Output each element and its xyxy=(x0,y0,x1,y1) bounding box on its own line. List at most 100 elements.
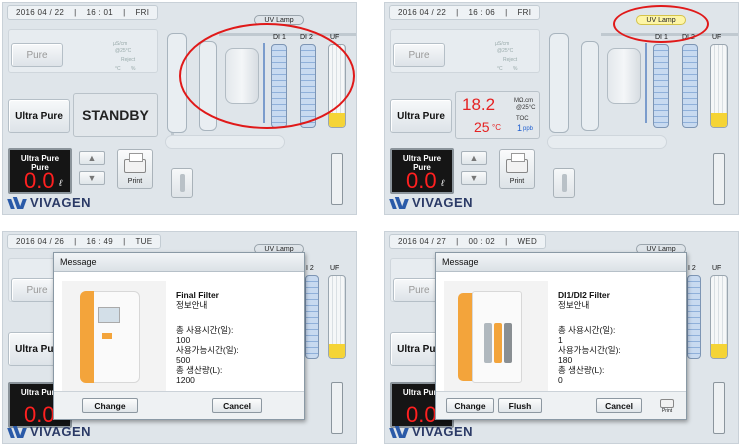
di2-label: I 2 xyxy=(306,265,314,272)
date-text: 2016 04 / 22 xyxy=(16,8,65,17)
day-text: FRI xyxy=(517,8,532,17)
status-display: STANDBY xyxy=(73,93,158,137)
change-button[interactable]: Change xyxy=(82,398,138,413)
resistivity-unit: MΩ.cm xyxy=(514,98,534,104)
datetime-bar: 2016 04 / 26 | 16 : 49 | TUE xyxy=(7,234,162,249)
uf-column xyxy=(710,44,728,128)
pure-unit-cond: µS/cm xyxy=(495,41,510,47)
pure-unit-temp: @25°C xyxy=(497,48,514,54)
uf-label: UF xyxy=(712,34,722,41)
horizontal-filter xyxy=(165,135,285,149)
horizontal-filter xyxy=(547,135,667,149)
dispense-valve xyxy=(331,382,343,434)
production-label: 총 생산량(L): xyxy=(558,365,605,375)
message-dialog: Message Final Filter 정보안내 총 사용시간(일): 100… xyxy=(53,252,305,420)
dispense-valve xyxy=(713,382,725,434)
filter-name: DI1/DI2 Filter xyxy=(558,290,610,300)
screen-di-filter-message: 2016 04 / 27 | 00 : 02 | WED Pure Ultra … xyxy=(384,231,739,444)
day-text: FRI xyxy=(135,8,150,17)
di-pipe xyxy=(645,43,647,123)
date-text: 2016 04 / 27 xyxy=(398,237,447,246)
dispense-valve xyxy=(331,153,343,205)
faucet-icon xyxy=(553,168,575,198)
dialog-print-button[interactable]: Print xyxy=(654,394,680,418)
final-filter-image xyxy=(62,281,166,393)
time-text: 16 : 49 xyxy=(86,237,114,246)
vivagen-logo: VIVAGEN xyxy=(7,195,91,210)
dialog-title: Message xyxy=(436,253,686,272)
pure-unit-cond: µS/cm xyxy=(113,41,128,47)
logo-mark-icon xyxy=(389,425,409,438)
print-button[interactable]: Print xyxy=(117,149,153,189)
printer-icon xyxy=(506,153,528,173)
di2-column xyxy=(682,44,698,128)
logo-mark-icon xyxy=(7,196,27,209)
available-value: 500 xyxy=(176,355,191,365)
screen-dispensing: 2016 04 / 22 | 16 : 06 | FRI Pure µS/cm … xyxy=(384,2,739,215)
di2-label: I 2 xyxy=(688,265,696,272)
pre-filter-column xyxy=(549,33,569,133)
pure-button[interactable]: Pure xyxy=(11,43,63,67)
datetime-bar: 2016 04 / 27 | 00 : 02 | WED xyxy=(389,234,547,249)
volume-down-button[interactable]: ▼ xyxy=(79,171,105,185)
toc-unit: ppb xyxy=(523,126,534,132)
counter-value: 0.0 xyxy=(24,168,55,193)
temperature-unit: °C xyxy=(492,123,501,132)
ultra-pure-button[interactable]: Ultra Pure xyxy=(8,99,70,133)
screen-standby: 2016 04 / 22 | 16 : 01 | FRI Pure µS/cm … xyxy=(2,2,357,215)
highlight-ellipse xyxy=(613,5,709,43)
available-label: 사용가능시간(일): xyxy=(176,345,239,355)
total-use-label: 총 사용시간(일): xyxy=(176,325,234,335)
pure-reject-label: Reject xyxy=(121,57,136,63)
pure-unit-temp: @25°C xyxy=(115,48,132,54)
resistivity-temp-ref: @25°C xyxy=(516,105,536,111)
di2-column xyxy=(305,275,319,359)
message-dialog: Message DI1/DI2 Filter 정보안내 총 사용시간(일): 1… xyxy=(435,252,687,420)
highlight-ellipse xyxy=(179,23,355,129)
logo-mark-icon xyxy=(7,425,27,438)
volume-down-button[interactable]: ▼ xyxy=(461,171,487,185)
logo-mark-icon xyxy=(389,196,409,209)
toc-label: TOC xyxy=(516,116,529,122)
pure-button[interactable]: Pure xyxy=(393,43,445,67)
pure-unit-c: °C xyxy=(497,66,503,72)
datetime-bar: 2016 04 / 22 | 16 : 06 | FRI xyxy=(389,5,541,20)
di-filter-image xyxy=(444,281,548,393)
filter-name: Final Filter xyxy=(176,290,219,300)
pure-unit-pct: % xyxy=(131,66,136,72)
dialog-title: Message xyxy=(54,253,304,272)
datetime-bar: 2016 04 / 22 | 16 : 01 | FRI xyxy=(7,5,159,20)
time-text: 16 : 01 xyxy=(86,8,114,17)
total-use-value: 100 xyxy=(176,335,191,345)
production-value: 1200 xyxy=(176,375,195,385)
info-label: 정보안내 xyxy=(176,300,208,310)
ro-column xyxy=(581,41,599,131)
volume-up-button[interactable]: ▲ xyxy=(461,151,487,165)
dialog-button-bar: Change Flush Cancel Print xyxy=(436,391,686,419)
time-text: 00 : 02 xyxy=(468,237,496,246)
vivagen-logo: VIVAGEN xyxy=(7,424,91,439)
volume-counter: Ultra Pure Pure 0.0 ℓ xyxy=(8,148,72,194)
uf-label: UF xyxy=(330,265,340,272)
temperature-value: 25 xyxy=(474,119,490,135)
printer-icon xyxy=(124,153,146,173)
counter-value: 0.0 xyxy=(406,168,437,193)
total-use-value: 1 xyxy=(558,335,563,345)
di2-column xyxy=(687,275,701,359)
storage-tank xyxy=(607,48,641,104)
cancel-button[interactable]: Cancel xyxy=(596,398,642,413)
ultra-pure-button[interactable]: Ultra Pure xyxy=(390,99,452,133)
production-label: 총 생산량(L): xyxy=(176,365,223,375)
available-value: 180 xyxy=(558,355,573,365)
printer-icon xyxy=(660,399,674,408)
info-label: 정보안내 xyxy=(558,300,590,310)
day-text: TUE xyxy=(135,237,153,246)
volume-up-button[interactable]: ▲ xyxy=(79,151,105,165)
total-use-label: 총 사용시간(일): xyxy=(558,325,616,335)
cancel-button[interactable]: Cancel xyxy=(212,398,262,413)
flush-button[interactable]: Flush xyxy=(498,398,542,413)
print-button[interactable]: Print xyxy=(499,149,535,189)
change-button[interactable]: Change xyxy=(446,398,494,413)
counter-unit: ℓ xyxy=(441,178,444,188)
counter-unit: ℓ xyxy=(59,178,62,188)
